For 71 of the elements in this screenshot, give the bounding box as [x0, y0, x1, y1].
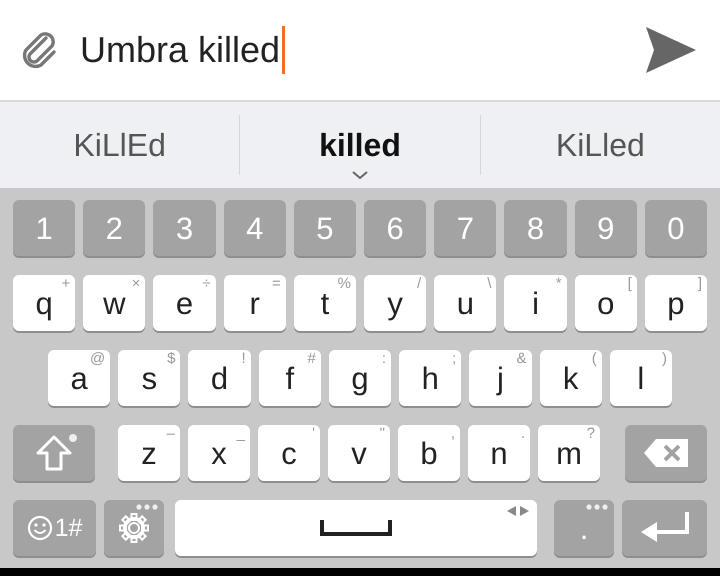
key-hint: –	[166, 426, 175, 441]
smiley-icon	[26, 515, 53, 541]
letter-key[interactable]: d !	[188, 350, 251, 406]
letter-key[interactable]: a @	[48, 350, 110, 406]
key-hint: _	[236, 426, 245, 441]
letter-key[interactable]: g :	[328, 350, 392, 406]
key-hint: !	[241, 351, 246, 366]
letter-key[interactable]: z –	[118, 425, 180, 481]
key-hint: :	[382, 351, 386, 366]
letter-key[interactable]: e ÷	[153, 275, 216, 331]
letter-key[interactable]: m ?	[538, 425, 600, 481]
letter-key[interactable]: u \	[434, 275, 496, 331]
letter-key[interactable]: c '	[258, 425, 320, 481]
key-hint: ÷	[202, 276, 211, 291]
suggestion[interactable]: KiLled	[550, 122, 651, 168]
letter-key[interactable]: w ×	[83, 275, 146, 331]
letter-key[interactable]: s $	[118, 350, 180, 406]
letter-key[interactable]: h ;	[399, 350, 462, 406]
backspace-key[interactable]	[625, 425, 707, 481]
caret-icon	[352, 171, 368, 179]
key-hint: )	[662, 351, 667, 366]
letter-key[interactable]: i *	[504, 275, 567, 331]
space-key[interactable]	[175, 500, 537, 556]
letter-key[interactable]: o [	[574, 275, 637, 331]
letter-key[interactable]: r =	[224, 275, 286, 331]
letter-key[interactable]: t %	[294, 275, 356, 331]
letter-key[interactable]: n .	[468, 425, 530, 481]
key-hint: %	[338, 276, 352, 291]
key-hint: /	[417, 276, 422, 291]
send-icon[interactable]	[644, 25, 698, 75]
space-bar-icon	[320, 520, 392, 536]
more-dots-icon	[136, 504, 158, 510]
letter-key[interactable]: q +	[13, 275, 76, 331]
key-hint: +	[61, 276, 70, 291]
key-hint: =	[272, 276, 281, 291]
key-hint: ]	[698, 276, 702, 291]
letter-key[interactable]: j &	[469, 350, 532, 406]
settings-icon	[118, 512, 150, 544]
suggestion[interactable]: KiLlEd	[67, 122, 172, 168]
key-hint: *	[556, 276, 562, 291]
cursor-arrows-icon	[507, 506, 529, 516]
indicator-dot-icon	[69, 434, 77, 442]
key-hint: (	[592, 351, 597, 366]
key-hint: @	[90, 351, 106, 366]
key-hint: ×	[132, 276, 140, 291]
key-hint: "	[380, 426, 385, 441]
shift-icon	[35, 435, 73, 471]
letter-key[interactable]: f #	[258, 350, 321, 406]
letter-key[interactable]: b ,	[398, 425, 460, 481]
letter-key[interactable]: l )	[610, 350, 672, 406]
letter-key[interactable]: p ]	[644, 275, 708, 331]
letter-key[interactable]: x _	[188, 425, 250, 481]
shift-key[interactable]	[13, 425, 95, 481]
letter-key[interactable]: y /	[364, 275, 426, 331]
enter-key[interactable]	[622, 500, 707, 556]
key-hint: &	[516, 351, 527, 366]
key-hint: \	[487, 276, 492, 291]
key-hint: ;	[452, 351, 456, 366]
letter-key[interactable]: k (	[540, 350, 602, 406]
key-hint: .	[520, 426, 525, 441]
settings-key[interactable]	[104, 500, 164, 556]
key-hint: [	[628, 276, 632, 291]
key-hint: #	[308, 351, 316, 366]
more-dots-icon	[586, 504, 608, 510]
key-hint: ,	[450, 426, 455, 441]
key-hint: ?	[586, 426, 595, 441]
key-hint: $	[167, 351, 176, 366]
backspace-icon	[643, 438, 689, 468]
letter-key[interactable]: v "	[328, 425, 390, 481]
key-hint: '	[312, 426, 315, 441]
suggestion[interactable]: killed	[313, 122, 407, 168]
